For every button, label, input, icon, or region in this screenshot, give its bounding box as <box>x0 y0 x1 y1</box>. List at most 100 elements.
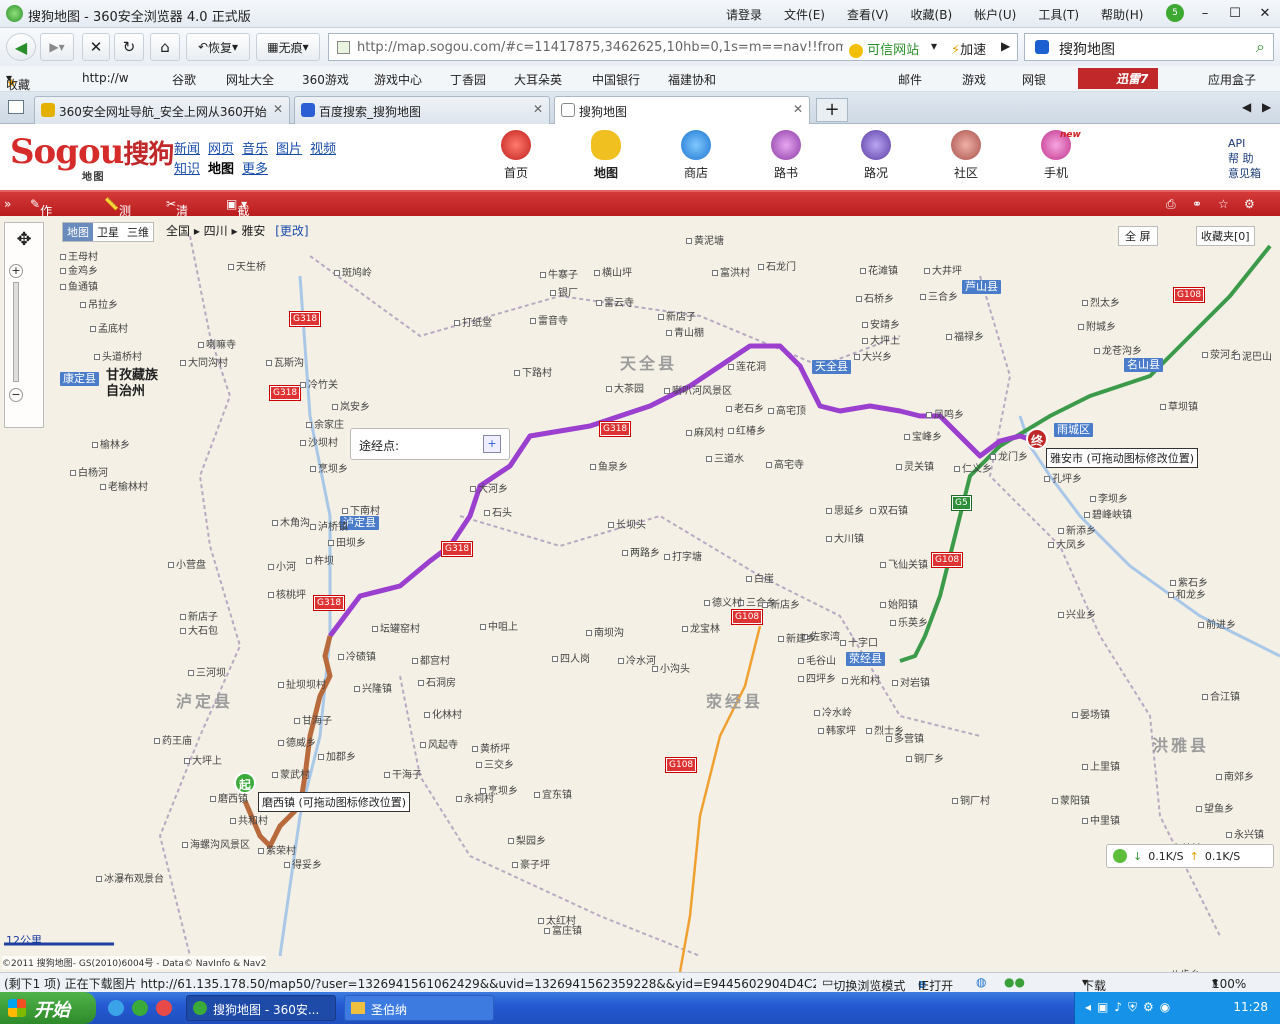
menu-favorites[interactable]: 收藏(B) <box>911 6 953 23</box>
bookmark-google[interactable]: 谷歌 <box>150 71 196 88</box>
bookmark-games[interactable]: 游戏 <box>946 71 986 88</box>
bookmark-360-games[interactable]: 360游戏 <box>286 71 349 88</box>
toggle-icon[interactable]: ●● <box>1004 975 1025 989</box>
refresh-button[interactable]: ↻ <box>114 33 144 61</box>
county-label[interactable]: 荥经县 <box>846 652 885 666</box>
url-dropdown-icon[interactable]: ▾ <box>931 39 937 53</box>
start-marker[interactable]: 起 <box>234 772 256 794</box>
menu-account[interactable]: 帐户(U) <box>974 6 1016 23</box>
minimize-icon[interactable]: – <box>1196 4 1214 22</box>
nav-community[interactable]: 社区 <box>936 130 996 181</box>
bookmark-url-directory[interactable]: 网址大全 <box>210 71 274 88</box>
favorite-star-icon[interactable]: ☆ <box>1218 197 1229 211</box>
tray-icons[interactable]: ◂▣♪⛨⚙◉ <box>1085 1000 1176 1015</box>
login-link[interactable]: 请登录 <box>726 6 762 23</box>
back-button[interactable]: ◀ <box>6 33 36 61</box>
mode-satellite[interactable]: 卫星 <box>93 223 123 241</box>
crumb-city[interactable]: 雅安 <box>241 224 265 238</box>
sidebar-toggle-icon[interactable] <box>8 100 24 114</box>
link-help[interactable]: 帮 助 <box>1228 151 1261 166</box>
quicklaunch-ie-icon[interactable] <box>108 1000 124 1016</box>
maximize-icon[interactable]: ☐ <box>1226 4 1244 22</box>
trusted-badge[interactable]: 可信网站 <box>849 39 919 58</box>
link-map[interactable]: 地图 <box>208 162 234 177</box>
link-more[interactable]: 更多 <box>242 162 268 177</box>
restore-button[interactable]: ↶ 恢复 ▾ <box>186 33 250 61</box>
browse-mode-button[interactable]: ▭ 切换浏览模式 <box>822 975 905 993</box>
taskbar-item-browser[interactable]: 搜狗地图 - 360安... <box>186 995 336 1021</box>
tab-baidu-search[interactable]: 百度搜索_搜狗地图 ✕ <box>294 96 550 124</box>
bookmark-favorites[interactable]: ★ 收藏 ▾ <box>6 71 30 92</box>
home-button[interactable]: ⌂ <box>150 33 180 61</box>
end-marker[interactable]: 终 <box>1026 428 1048 450</box>
link-music[interactable]: 音乐 <box>242 142 268 157</box>
globe-icon[interactable]: ◍ <box>976 975 986 989</box>
bookmark-english[interactable]: 大耳朵英 <box>498 71 562 88</box>
print-icon[interactable]: ⎙ <box>1166 197 1176 212</box>
mode-map[interactable]: 地图 <box>63 223 93 241</box>
link-icon[interactable]: ⚭ <box>1192 197 1202 211</box>
zoom-slider[interactable] <box>13 282 19 382</box>
download-button[interactable]: 下载 ▾ <box>1082 975 1106 993</box>
tab-close-icon[interactable]: ✕ <box>273 102 283 116</box>
crumb-province[interactable]: 四川 <box>204 224 228 238</box>
menu-view[interactable]: 查看(V) <box>847 6 889 23</box>
quicklaunch-360-icon[interactable] <box>132 1000 148 1016</box>
mode-3d[interactable]: 三维 <box>123 223 153 241</box>
measure-button[interactable]: 📏测距 <box>104 197 131 235</box>
menu-file[interactable]: 文件(E) <box>784 6 825 23</box>
thunder-button[interactable]: 迅雷7 <box>1078 68 1159 89</box>
tab-scroll-right-icon[interactable]: ▶ <box>1262 100 1271 114</box>
link-knowledge[interactable]: 知识 <box>174 162 200 177</box>
zoom-level[interactable]: ⌕ 100% ▾ <box>1212 975 1246 991</box>
tab-close-icon[interactable]: ✕ <box>533 102 543 116</box>
stop-button[interactable]: ✕ <box>82 33 110 61</box>
screenshot-button[interactable]: ▣截图 ▾ <box>226 197 249 235</box>
link-api[interactable]: API <box>1228 136 1261 151</box>
url-input[interactable]: http://map.sogou.com/#c=11417875,3462625… <box>357 40 843 55</box>
nav-traffic[interactable]: 路况 <box>846 130 906 181</box>
tab-close-icon[interactable]: ✕ <box>793 102 803 116</box>
address-bar[interactable]: http://map.sogou.com/#c=11417875,3462625… <box>328 33 1018 61</box>
link-images[interactable]: 图片 <box>276 142 302 157</box>
update-icon[interactable]: 5 <box>1166 4 1184 22</box>
app-box-button[interactable]: 应用盒子 <box>1192 71 1256 88</box>
quicklaunch-app-icon[interactable] <box>156 1000 172 1016</box>
tab-sogou-map[interactable]: 搜狗地图 ✕ <box>554 96 810 125</box>
bookmark-dxy[interactable]: 丁香园 <box>434 71 486 88</box>
crumb-country[interactable]: 全国 <box>166 224 190 238</box>
nav-map[interactable]: 地图 <box>576 130 636 181</box>
nav-home[interactable]: 首页 <box>486 130 546 181</box>
taskbar-item-folder[interactable]: 圣伯纳 <box>344 995 494 1021</box>
bookmark-bank[interactable]: 网银 <box>1006 71 1046 88</box>
nav-roadbook[interactable]: 路书 <box>756 130 816 181</box>
county-label[interactable]: 雨城区 <box>1054 423 1093 437</box>
tab-360-nav[interactable]: 360安全网址导航_安全上网从360开始 ✕ <box>34 96 290 124</box>
county-label[interactable]: 康定县 <box>60 372 99 386</box>
bookmark-mail[interactable]: 邮件 <box>882 71 922 88</box>
link-web[interactable]: 网页 <box>208 142 234 157</box>
search-box[interactable]: 搜狗地图 ⌕ <box>1024 33 1274 61</box>
change-city-link[interactable]: [更改] <box>275 224 308 238</box>
bookmark-xiehe[interactable]: 福建协和 <box>652 71 716 88</box>
link-news[interactable]: 新闻 <box>174 142 200 157</box>
tab-scroll-left-icon[interactable]: ◀ <box>1242 100 1251 114</box>
zoom-out-icon[interactable]: − <box>9 388 23 402</box>
map-canvas[interactable]: 地图 卫星 三维 全国 ▸ 四川 ▸ 雅安 [更改] ✥ + − 全 屏 收藏夹… <box>0 216 1280 972</box>
zoom-in-icon[interactable]: + <box>9 264 23 278</box>
nav-mobile[interactable]: 手机 new <box>1026 130 1086 181</box>
speedup-button[interactable]: ⚡加速 <box>951 39 986 58</box>
menu-help[interactable]: 帮助(H) <box>1101 6 1143 23</box>
search-input[interactable]: 搜狗地图 <box>1059 39 1115 59</box>
fullscreen-button[interactable]: 全 屏 <box>1118 226 1158 246</box>
new-tab-button[interactable]: + <box>816 98 848 122</box>
settings-gear-icon[interactable]: ⚙ <box>1244 197 1255 211</box>
go-icon[interactable]: ▶ <box>1001 39 1010 53</box>
sogou-logo[interactable]: Sogou搜狗 地 图 <box>10 132 174 183</box>
close-icon[interactable]: ✕ <box>1256 4 1274 22</box>
add-waypoint-button[interactable]: + <box>483 435 501 453</box>
link-video[interactable]: 视频 <box>310 142 336 157</box>
mark-button[interactable]: ✎作标记 <box>30 197 52 252</box>
county-label[interactable]: 名山县 <box>1124 358 1163 372</box>
forward-button[interactable]: ▶▾ <box>40 33 74 61</box>
